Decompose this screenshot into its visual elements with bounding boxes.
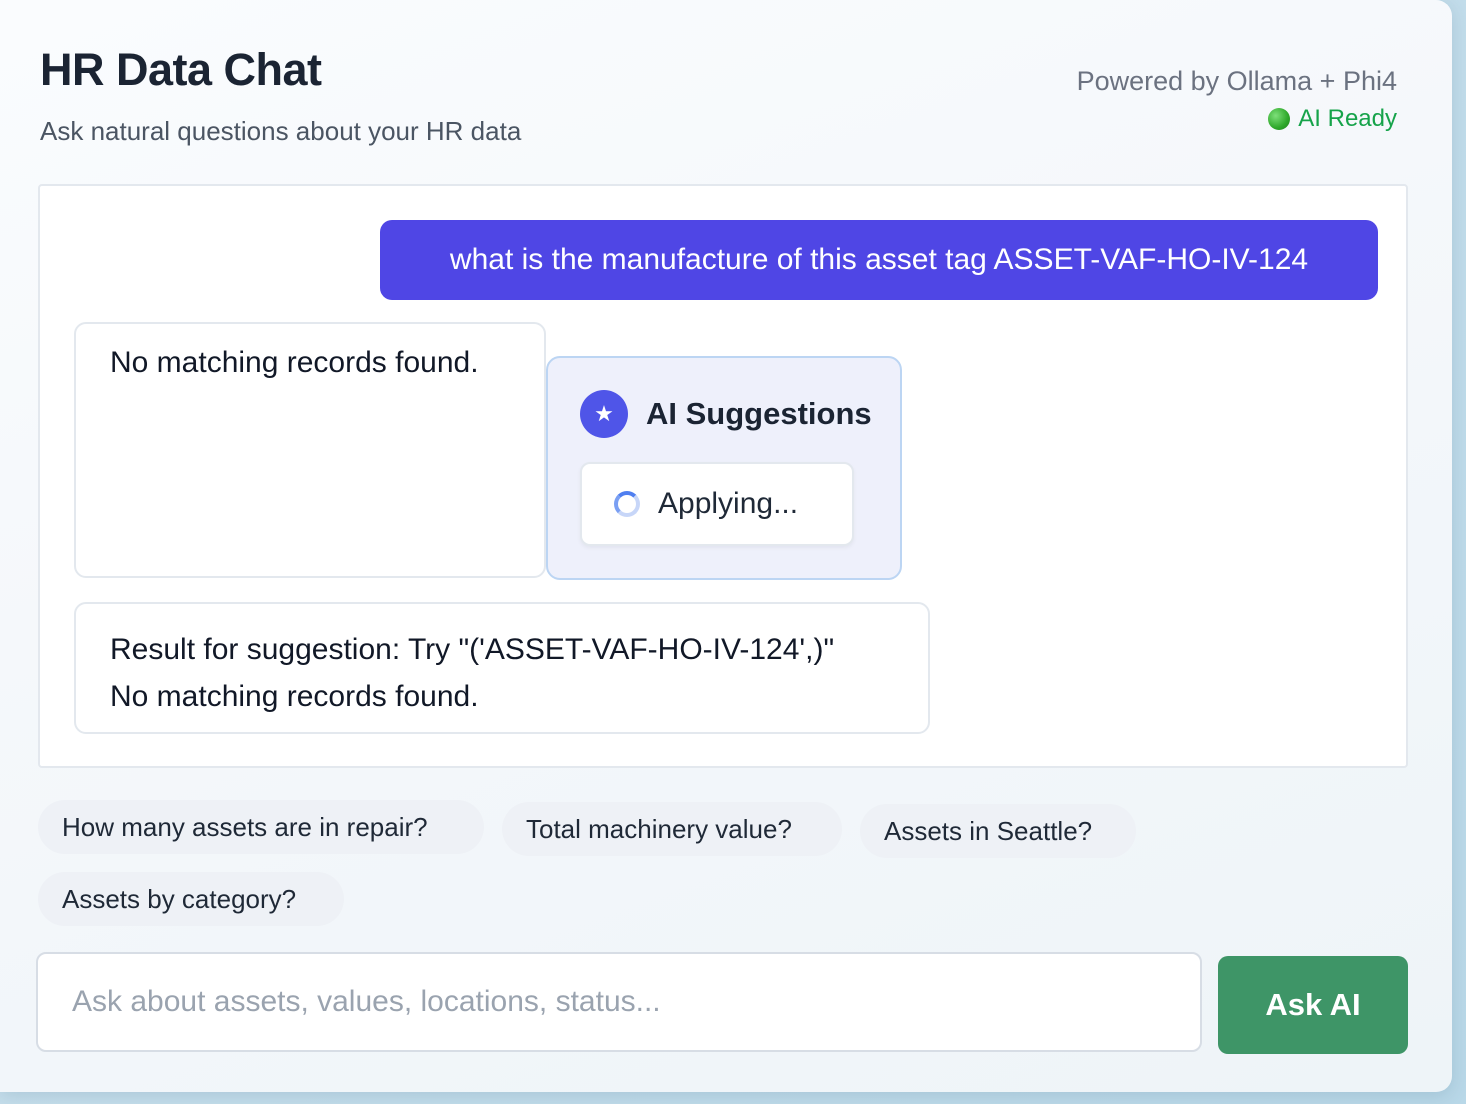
ai-status: AI Ready <box>1268 105 1397 133</box>
question-input[interactable] <box>36 952 1202 1052</box>
bot-message-text: No matching records found. <box>110 346 479 379</box>
bot-message: No matching records found. <box>74 322 546 578</box>
status-dot-icon <box>1268 108 1291 130</box>
star-icon: ★ <box>580 390 628 438</box>
quick-question-chip[interactable]: Assets in Seattle? <box>860 804 1136 858</box>
suggestion-result-text: Result for suggestion: Try "('ASSET-VAF-… <box>110 633 835 666</box>
bot-message-text: No matching records found. <box>110 680 479 713</box>
ai-status-text: AI Ready <box>1298 105 1397 132</box>
page-title: HR Data Chat <box>40 44 322 95</box>
chat-messages[interactable]: what is the manufacture of this asset ta… <box>38 184 1408 768</box>
user-message: what is the manufacture of this asset ta… <box>380 220 1378 300</box>
ai-suggestions-title: AI Suggestions <box>646 396 872 431</box>
quick-question-chip[interactable]: How many assets are in repair? <box>38 800 484 854</box>
ai-suggestions-panel: ★ AI Suggestions Applying... <box>546 356 902 580</box>
applying-label: Applying... <box>658 487 799 520</box>
ask-ai-button[interactable]: Ask AI <box>1218 956 1408 1054</box>
bot-message: Result for suggestion: Try "('ASSET-VAF-… <box>74 602 930 734</box>
quick-question-chip[interactable]: Total machinery value? <box>502 802 842 856</box>
applying-suggestion-button[interactable]: Applying... <box>580 462 854 546</box>
quick-question-chip[interactable]: Assets by category? <box>38 872 344 926</box>
page-subtitle: Ask natural questions about your HR data <box>40 116 522 146</box>
powered-by-label: Powered by Ollama + Phi4 <box>1076 66 1397 96</box>
chat-panel: HR Data Chat Ask natural questions about… <box>0 0 1452 1092</box>
spinner-icon <box>614 491 640 517</box>
